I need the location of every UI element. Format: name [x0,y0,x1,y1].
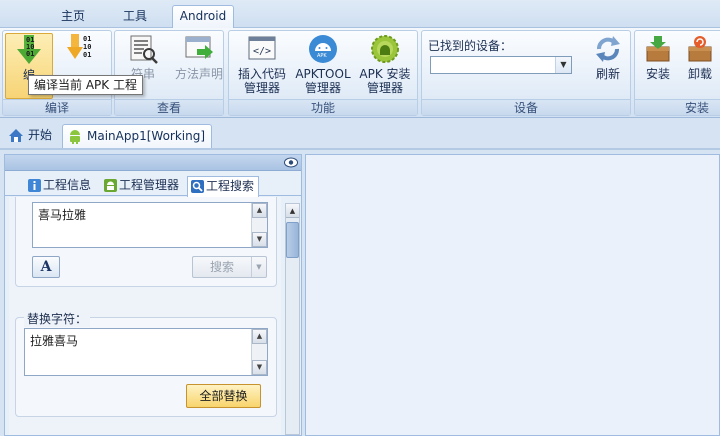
scroll-down-icon[interactable]: ▼ [252,360,267,375]
svg-text:01: 01 [83,51,91,59]
chevron-down-icon[interactable]: ▼ [555,57,571,73]
editor-area[interactable] [305,154,720,436]
chevron-down-icon[interactable]: ▼ [251,257,266,277]
svg-text:APK: APK [317,53,327,59]
search-button[interactable]: 搜索 ▼ [192,256,267,278]
tab-start-label: 开始 [28,128,53,142]
replace-fieldset: 替换字符： 拉雅喜马 ▲ ▼ 全部替换 [15,310,277,417]
document-tabs: 开始 MainApp1[Working] [0,118,720,150]
tab-android[interactable]: Android [172,5,234,29]
install-label: 安装 [645,67,670,81]
uninstall-icon [684,33,716,65]
replace-textbox-scrollbar[interactable]: ▲ ▼ [251,329,267,375]
search-button-label: 搜索 [209,260,234,274]
tab-project-search[interactable]: 工程搜索 [187,176,260,197]
svg-text:01: 01 [83,35,91,43]
android-icon [68,129,82,151]
search-fieldset: 喜马拉雅 ▲ ▼ A 搜索 ▼ [15,197,277,287]
panel-scrollbar[interactable]: ▲ [285,203,300,435]
refresh-icon [592,33,624,65]
refresh-label: 刷新 [595,67,620,81]
panel-tabs: 工程信息 工程管理器 工程搜索 [5,172,301,197]
tab-mainapp[interactable]: MainApp1[Working] [62,124,212,148]
install-icon [642,33,674,65]
project-panel: 工程信息 工程管理器 工程搜索 喜马拉雅 ▲ ▼ A 搜索 ▼ 替换字符： 拉雅… [4,154,302,436]
decompile-arrow-icon: 01 10 01 [67,33,99,65]
search-textbox[interactable]: 喜马拉雅 ▲ ▼ [32,202,268,248]
replace-label: 替换字符： [24,310,91,327]
compile-tooltip: 编译当前 APK 工程 [28,75,143,95]
refresh-button[interactable]: 刷新 [588,33,628,99]
apktool-button[interactable]: APK APKTOOL管理器 [293,33,353,99]
found-devices-label: 已找到的设备： [428,39,513,53]
uninstall-button[interactable]: 卸载 [681,33,719,99]
tab-project-info-label: 工程信息 [43,178,92,192]
install-button[interactable]: 安装 [639,33,677,99]
replace-all-button[interactable]: 全部替换 [186,384,261,408]
group-install-label: 安装 [635,99,720,115]
group-install: 安装 卸载 安装 [634,30,720,116]
apk-install-button[interactable]: APK 安装管理器 [355,33,415,99]
group-device-label: 设备 [422,99,630,115]
code-insert-button[interactable]: </> 插入代码管理器 [233,33,291,99]
font-button[interactable]: A [32,256,60,278]
search-icon [191,180,204,193]
compile-arrow-icon: 01 10 01 [13,34,45,66]
method-declaration-label: 方法声明 [174,67,223,81]
svg-text:</>: </> [253,46,271,57]
code-insert-label: 插入代码管理器 [237,67,286,95]
apk-install-label: APK 安装管理器 [359,67,411,95]
group-feature: </> 插入代码管理器 APK APKTOOL管理器 APK 安装管理器 功能 [228,30,418,116]
group-feature-label: 功能 [229,99,417,115]
tab-start[interactable]: 开始 [6,124,58,148]
tab-project-search-label: 工程搜索 [206,179,255,193]
tab-project-manager[interactable]: 工程管理器 [101,176,179,196]
apk-install-icon [369,33,401,65]
string-search-icon [127,33,159,65]
apktool-icon: APK [307,33,339,65]
scrollbar-thumb[interactable] [286,222,299,258]
group-compile: 01 10 01 编 01 10 01 编译 [2,30,112,116]
code-insert-icon: </> [246,33,278,65]
scroll-up-icon[interactable]: ▲ [286,204,299,218]
tab-project-info[interactable]: 工程信息 [25,176,91,196]
ribbon: 01 10 01 编 01 10 01 编译 [0,28,720,118]
group-view: 符串 方法声明 查看 [114,30,224,116]
search-content: 喜马拉雅 ▲ ▼ A 搜索 ▼ 替换字符： 拉雅喜马 ▲ ▼ 全部替换 [9,197,281,435]
replace-text: 拉雅喜马 [30,334,79,348]
svg-text:01: 01 [26,50,34,58]
device-select[interactable]: ▼ [430,56,572,74]
scroll-down-icon[interactable]: ▼ [252,232,267,247]
group-compile-label: 编译 [3,99,111,115]
search-textbox-scrollbar[interactable]: ▲ ▼ [251,203,267,247]
search-text: 喜马拉雅 [38,208,87,222]
tab-home[interactable]: 主页 [52,6,94,28]
home-icon [8,128,24,150]
uninstall-label: 卸载 [687,67,712,81]
menu-bar: 主页 工具 Android [0,0,720,29]
group-view-label: 查看 [115,99,223,115]
tab-mainapp-label: MainApp1[Working] [87,129,206,143]
panel-header [5,155,301,171]
apktool-label: APKTOOL管理器 [295,67,351,95]
tab-tools[interactable]: 工具 [114,6,156,28]
scroll-up-icon[interactable]: ▲ [252,203,267,218]
tab-project-manager-label: 工程管理器 [119,178,180,192]
svg-text:10: 10 [83,43,91,51]
replace-textbox[interactable]: 拉雅喜马 ▲ ▼ [24,328,268,376]
method-declaration-icon [183,33,215,65]
method-declaration-button[interactable]: 方法声明 [173,33,225,99]
info-icon [28,179,41,192]
android-icon [104,179,117,192]
scroll-up-icon[interactable]: ▲ [252,329,267,344]
eye-icon[interactable] [284,157,298,168]
